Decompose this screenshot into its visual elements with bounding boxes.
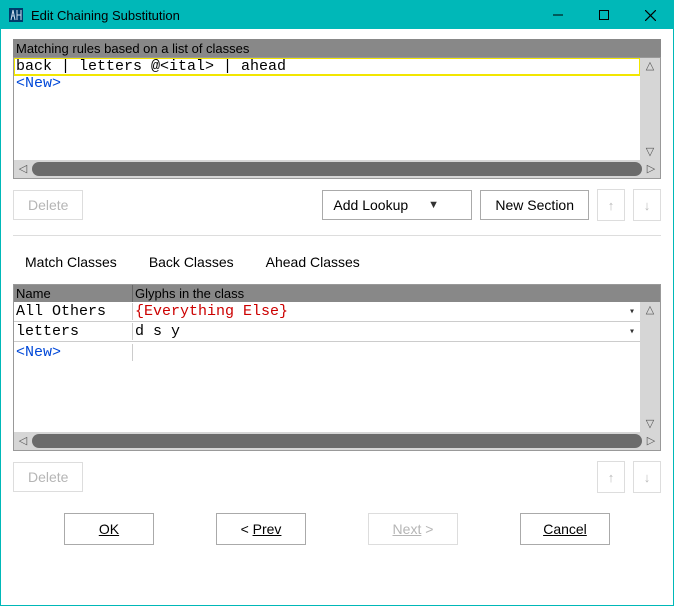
move-down-button[interactable]: ↓	[633, 189, 661, 221]
move-class-down-button[interactable]: ↓	[633, 461, 661, 493]
scroll-htrack[interactable]	[32, 432, 642, 450]
rules-list: back | letters @<ital> | ahead <New> △ ▽…	[13, 57, 661, 179]
delete-rule-button[interactable]: Delete	[13, 190, 83, 220]
class-name-new[interactable]: <New>	[14, 344, 133, 361]
table-row[interactable]: All Others {Everything Else} ▾	[14, 302, 640, 322]
scroll-track[interactable]	[640, 74, 660, 144]
rules-vscrollbar[interactable]: △ ▽	[640, 58, 660, 160]
divider	[13, 235, 661, 236]
class-toolbar: Delete ↑ ↓	[13, 461, 661, 493]
class-name-cell[interactable]: letters	[14, 323, 133, 340]
rules-section-header: Matching rules based on a list of classe…	[13, 39, 661, 57]
prev-button[interactable]: < Prev	[216, 513, 306, 545]
app-icon	[7, 6, 25, 24]
next-label: Next	[393, 521, 422, 537]
scroll-htrack[interactable]	[32, 160, 642, 178]
cancel-button[interactable]: Cancel	[520, 513, 610, 545]
window: Edit Chaining Substitution Matching rule…	[0, 0, 674, 606]
close-button[interactable]	[627, 1, 673, 29]
move-class-up-button[interactable]: ↑	[597, 461, 625, 493]
add-lookup-label: Add Lookup	[333, 197, 408, 213]
scroll-up-icon[interactable]: △	[640, 58, 660, 74]
table-row[interactable]: letters d s y ▾	[14, 322, 640, 342]
scroll-right-icon[interactable]: ▷	[642, 432, 660, 450]
class-hscrollbar[interactable]: ◁ ▷	[14, 432, 660, 450]
class-table: Name Glyphs in the class All Others {Eve…	[13, 284, 661, 451]
rules-toolbar: Delete Add Lookup ▼ New Section ↑ ↓	[13, 189, 661, 221]
scroll-down-icon[interactable]: ▽	[640, 144, 660, 160]
dialog-content: Matching rules based on a list of classe…	[1, 29, 673, 605]
class-name-cell[interactable]: All Others	[14, 303, 133, 320]
class-tabs: Match Classes Back Classes Ahead Classes	[13, 246, 661, 284]
chevron-down-icon[interactable]: ▾	[629, 306, 638, 318]
class-vscrollbar[interactable]: △ ▽	[640, 302, 660, 432]
minimize-button[interactable]	[535, 1, 581, 29]
table-row-new[interactable]: <New>	[14, 342, 640, 362]
new-section-button[interactable]: New Section	[480, 190, 589, 220]
col-header-name: Name	[14, 285, 133, 302]
chevron-down-icon[interactable]: ▾	[629, 326, 638, 338]
scroll-down-icon[interactable]: ▽	[640, 416, 660, 432]
move-up-button[interactable]: ↑	[597, 189, 625, 221]
tab-ahead-classes[interactable]: Ahead Classes	[260, 250, 366, 274]
rule-row-selected[interactable]: back | letters @<ital> | ahead	[14, 58, 640, 75]
window-title: Edit Chaining Substitution	[31, 8, 535, 23]
ok-button[interactable]: OK	[64, 513, 154, 545]
class-glyphs-value: {Everything Else}	[135, 303, 288, 320]
titlebar: Edit Chaining Substitution	[1, 1, 673, 29]
class-table-body[interactable]: All Others {Everything Else} ▾ letters d…	[14, 302, 640, 432]
class-glyphs-value: d s y	[135, 323, 180, 340]
next-button[interactable]: Next >	[368, 513, 458, 545]
scroll-up-icon[interactable]: △	[640, 302, 660, 318]
chevron-down-icon: ▼	[428, 199, 439, 211]
rule-row-new[interactable]: <New>	[14, 75, 640, 92]
tab-match-classes[interactable]: Match Classes	[19, 250, 123, 274]
class-glyphs-cell[interactable]: {Everything Else} ▾	[133, 303, 640, 320]
scroll-left-icon[interactable]: ◁	[14, 432, 32, 450]
col-header-glyphs: Glyphs in the class	[133, 285, 660, 302]
tab-back-classes[interactable]: Back Classes	[143, 250, 240, 274]
ok-label: OK	[99, 521, 119, 537]
rules-listbox[interactable]: back | letters @<ital> | ahead <New>	[14, 58, 640, 160]
rules-hscrollbar[interactable]: ◁ ▷	[14, 160, 660, 178]
scroll-left-icon[interactable]: ◁	[14, 160, 32, 178]
scroll-track[interactable]	[640, 318, 660, 416]
delete-class-button[interactable]: Delete	[13, 462, 83, 492]
class-glyphs-cell[interactable]: d s y ▾	[133, 323, 640, 340]
scroll-right-icon[interactable]: ▷	[642, 160, 660, 178]
class-table-header: Name Glyphs in the class	[14, 285, 660, 302]
add-lookup-dropdown[interactable]: Add Lookup ▼	[322, 190, 472, 220]
prev-label: Prev	[253, 521, 282, 537]
cancel-label: Cancel	[543, 521, 587, 537]
scroll-hthumb[interactable]	[32, 162, 642, 176]
maximize-button[interactable]	[581, 1, 627, 29]
scroll-hthumb[interactable]	[32, 434, 642, 448]
dialog-footer: OK < Prev Next > Cancel	[13, 493, 661, 555]
